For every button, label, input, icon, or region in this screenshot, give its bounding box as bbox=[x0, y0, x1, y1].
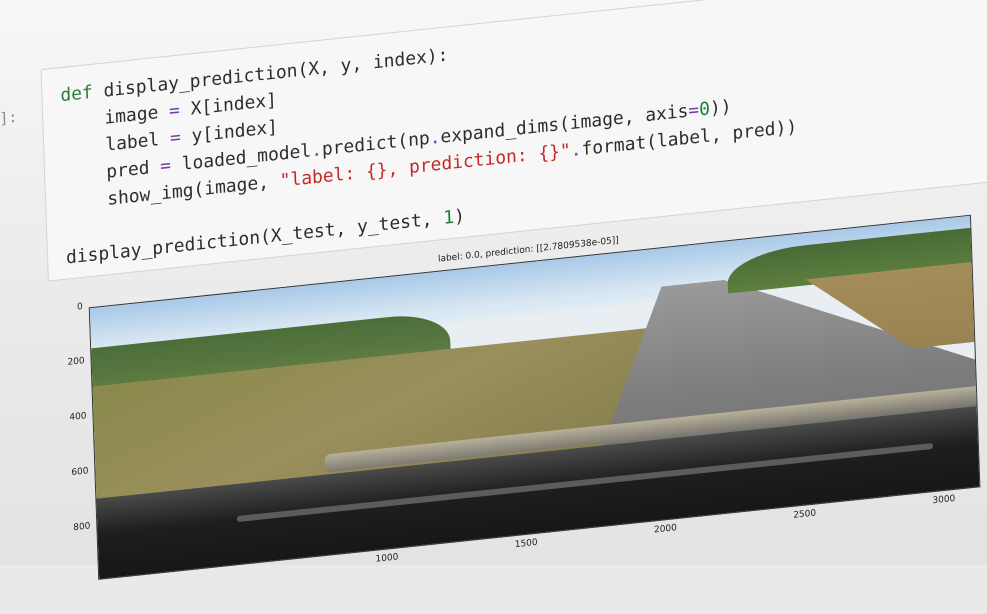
x-tick-3000: 3000 bbox=[932, 493, 956, 507]
x-tick-1000: 1000 bbox=[375, 552, 399, 565]
y-tick-0: 0 bbox=[76, 302, 83, 313]
y-tick-400: 400 bbox=[69, 411, 87, 424]
code-token: ) bbox=[453, 205, 466, 228]
notebook-view: n [12]: def display_prediction(X, y, ind… bbox=[0, 0, 987, 614]
x-tick-2000: 2000 bbox=[653, 523, 678, 536]
output-image-plot: label: 0.0, prediction: [[2.7809538e-05]… bbox=[67, 214, 981, 580]
code-token: )) bbox=[709, 96, 732, 120]
cell-prompt: n [12]: bbox=[0, 107, 18, 131]
x-tick-1500: 1500 bbox=[514, 537, 538, 551]
y-tick-200: 200 bbox=[67, 356, 85, 368]
y-tick-600: 600 bbox=[71, 466, 89, 479]
y-tick-800: 800 bbox=[73, 521, 91, 534]
x-tick-2500: 2500 bbox=[793, 508, 817, 521]
code-token: def bbox=[60, 81, 94, 107]
